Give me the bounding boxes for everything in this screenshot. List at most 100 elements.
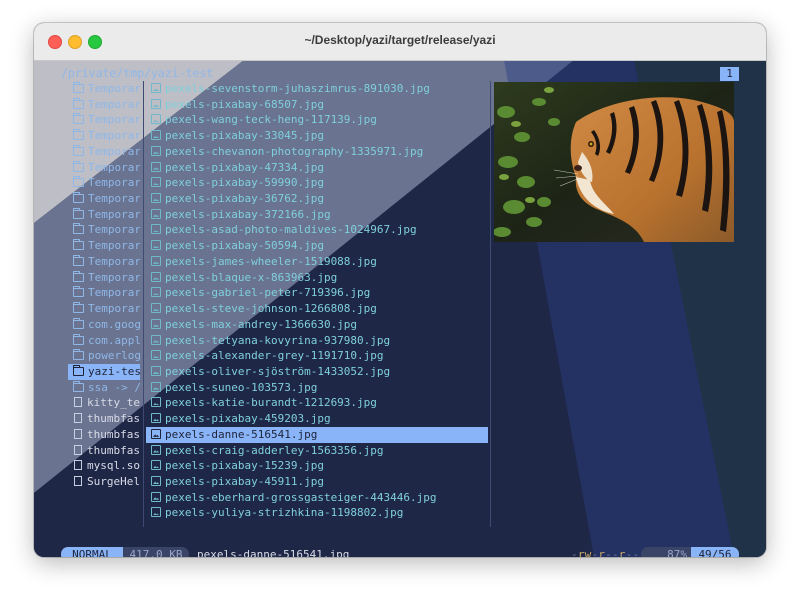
parent-item-label: com.appl: [88, 333, 140, 347]
folder-icon: [73, 176, 84, 188]
parent-list-item[interactable]: Temporar: [68, 191, 140, 207]
file-name: pexels-asad-photo-maldives-1024967.jpg: [165, 223, 417, 237]
file-list-item[interactable]: pexels-pixabay-68507.jpg: [146, 97, 488, 113]
parent-list-item[interactable]: kitty_te: [68, 395, 140, 411]
file-list-item[interactable]: pexels-pixabay-59990.jpg: [146, 175, 488, 191]
parent-item-label: Temporar: [88, 239, 140, 253]
file-list-item[interactable]: pexels-pixabay-33045.jpg: [146, 128, 488, 144]
file-list-item[interactable]: pexels-blaque-x-863963.jpg: [146, 270, 488, 286]
file-list-item[interactable]: pexels-katie-burandt-1212693.jpg: [146, 395, 488, 411]
parent-item-label: yazi-tes: [88, 364, 140, 378]
file-list-item[interactable]: pexels-alexander-grey-1191710.jpg: [146, 348, 488, 364]
image-file-icon: [151, 130, 161, 141]
parent-list-item[interactable]: thumbfas: [68, 427, 140, 443]
file-name: pexels-pixabay-33045.jpg: [165, 129, 324, 143]
tab-indicator[interactable]: 1: [720, 67, 739, 81]
perm-other: r: [618, 548, 626, 557]
file-list-item[interactable]: pexels-pixabay-50594.jpg: [146, 238, 488, 254]
file-name: pexels-eberhard-grossgasteiger-443446.jp…: [165, 490, 437, 504]
file-list-item[interactable]: pexels-pixabay-45911.jpg: [146, 474, 488, 490]
parent-item-label: Temporar: [88, 97, 140, 111]
parent-list-item[interactable]: ssa -> /: [68, 380, 140, 396]
perm-dash: --: [605, 548, 619, 557]
file-name: pexels-pixabay-36762.jpg: [165, 192, 324, 206]
cursor-position: 49/56: [691, 547, 739, 557]
file-list-item[interactable]: pexels-suneo-103573.jpg: [146, 380, 488, 396]
file-list-item[interactable]: pexels-pixabay-47334.jpg: [146, 160, 488, 176]
file-list-item[interactable]: pexels-oliver-sjöström-1433052.jpg: [146, 364, 488, 380]
parent-item-label: powerlog: [88, 349, 140, 363]
file-name: pexels-craig-adderley-1563356.jpg: [165, 443, 384, 457]
parent-list-item[interactable]: Temporar: [68, 144, 140, 160]
file-list-item[interactable]: pexels-chevanon-photography-1335971.jpg: [146, 144, 488, 160]
file-list-item[interactable]: pexels-asad-photo-maldives-1024967.jpg: [146, 222, 488, 238]
file-list-item[interactable]: pexels-pixabay-15239.jpg: [146, 458, 488, 474]
folder-icon: [73, 129, 84, 141]
parent-list-item[interactable]: Temporar: [68, 207, 140, 223]
file-name: pexels-danne-516541.jpg: [165, 427, 318, 441]
file-name: pexels-yuliya-strizhkina-1198802.jpg: [165, 506, 404, 520]
perm-owner: rw: [577, 548, 592, 557]
parent-list-item[interactable]: com.goog: [68, 317, 140, 333]
title-bar: ~/Desktop/yazi/target/release/yazi: [34, 23, 766, 61]
file-name: pexels-oliver-sjöström-1433052.jpg: [165, 364, 391, 378]
file-list-item[interactable]: pexels-pixabay-459203.jpg: [146, 411, 488, 427]
mode-indicator: NORMAL: [61, 547, 123, 557]
image-file-icon: [151, 350, 161, 361]
parent-list-item[interactable]: Temporar: [68, 285, 140, 301]
parent-list-item[interactable]: Temporar: [68, 254, 140, 270]
parent-item-label: thumbfas: [87, 412, 140, 426]
folder-icon: [73, 349, 84, 361]
file-list-item[interactable]: pexels-pixabay-36762.jpg: [146, 191, 488, 207]
parent-item-label: Temporar: [88, 254, 140, 268]
file-list-item[interactable]: pexels-steve-johnson-1266808.jpg: [146, 301, 488, 317]
parent-list-item[interactable]: Temporar: [68, 270, 140, 286]
folder-icon: [73, 239, 84, 251]
parent-list-item[interactable]: Temporar: [68, 301, 140, 317]
parent-list-item[interactable]: Temporar: [68, 81, 140, 97]
perm-dash: --: [625, 548, 640, 557]
parent-list-item[interactable]: Temporar: [68, 238, 140, 254]
file-permissions: -rw-r--r--: [571, 547, 639, 557]
file-icon: [74, 428, 82, 439]
parent-list-item[interactable]: mysql.so: [68, 458, 140, 474]
parent-list-item[interactable]: Temporar: [68, 222, 140, 238]
file-list-item[interactable]: pexels-eberhard-grossgasteiger-443446.jp…: [146, 490, 488, 506]
folder-icon: [73, 97, 84, 109]
parent-list-item[interactable]: yazi-tes: [68, 363, 140, 380]
file-list-item[interactable]: pexels-max-andrey-1366630.jpg: [146, 317, 488, 333]
parent-list-item[interactable]: Temporar: [68, 112, 140, 128]
folder-icon: [73, 160, 84, 172]
file-name: pexels-gabriel-peter-719396.jpg: [165, 286, 371, 300]
parent-list-item[interactable]: thumbfas: [68, 443, 140, 459]
window-title: ~/Desktop/yazi/target/release/yazi: [304, 33, 496, 47]
file-size: 417.0 KB: [123, 547, 189, 557]
parent-list-item[interactable]: Temporar: [68, 160, 140, 176]
parent-list-item[interactable]: SurgeHel: [68, 474, 140, 490]
file-list-item[interactable]: pexels-sevenstorm-juhaszimrus-891030.jpg: [146, 81, 488, 97]
file-list-item[interactable]: pexels-james-wheeler-1519088.jpg: [146, 254, 488, 270]
parent-item-label: Temporar: [88, 144, 140, 158]
folder-icon: [73, 317, 84, 329]
image-file-icon: [151, 83, 161, 93]
file-list-item[interactable]: pexels-gabriel-peter-719396.jpg: [146, 285, 488, 301]
selected-file-row[interactable]: pexels-danne-516541.jpg: [146, 426, 488, 443]
parent-list-item[interactable]: Temporar: [68, 97, 140, 113]
image-file-icon: [151, 287, 161, 298]
parent-list-item[interactable]: powerlog: [68, 348, 140, 364]
parent-list-item[interactable]: thumbfas: [68, 411, 140, 427]
file-icon: [74, 475, 82, 486]
file-list-item[interactable]: pexels-craig-adderley-1563356.jpg: [146, 443, 488, 459]
image-file-icon: [151, 318, 161, 329]
file-list-item[interactable]: pexels-tetyana-kovyrina-937980.jpg: [146, 333, 488, 349]
file-name: pexels-blaque-x-863963.jpg: [165, 270, 338, 284]
parent-list-item[interactable]: Temporar: [68, 175, 140, 191]
perm-type: -: [571, 548, 578, 557]
file-name: pexels-tetyana-kovyrina-937980.jpg: [165, 333, 391, 347]
parent-list-item[interactable]: Temporar: [68, 128, 140, 144]
file-list-item[interactable]: pexels-pixabay-372166.jpg: [146, 207, 488, 223]
parent-item-label: Temporar: [88, 207, 140, 221]
file-list-item[interactable]: pexels-wang-teck-heng-117139.jpg: [146, 112, 488, 128]
parent-list-item[interactable]: com.appl: [68, 333, 140, 349]
file-list-item[interactable]: pexels-yuliya-strizhkina-1198802.jpg: [146, 505, 488, 521]
